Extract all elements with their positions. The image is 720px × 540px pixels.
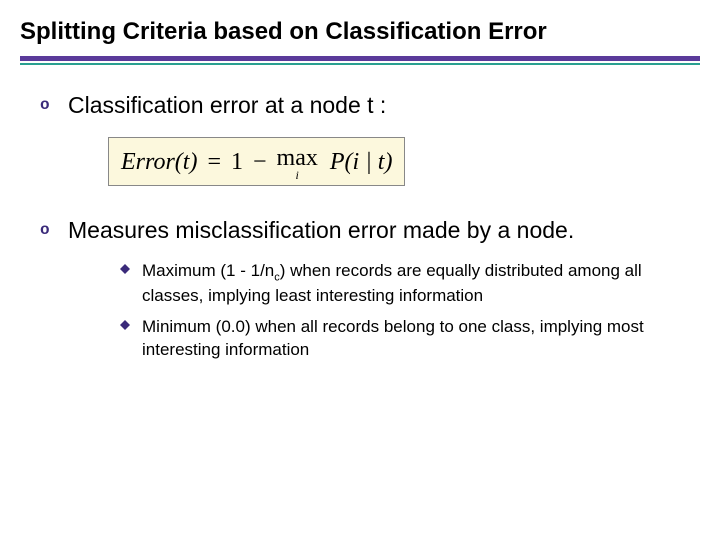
sub-row-2: Minimum (0.0) when all records belong to… — [120, 316, 680, 362]
diamond-icon — [120, 316, 142, 330]
formula-one: 1 — [231, 149, 243, 175]
sub1-a: Maximum (1 - 1/n — [142, 261, 274, 280]
formula-lhs: Error(t) — [121, 149, 197, 175]
sub-text-2: Minimum (0.0) when all records belong to… — [142, 316, 680, 362]
content-area: o Classification error at a node t : Err… — [0, 65, 720, 362]
bullet-row-2: o Measures misclassification error made … — [40, 216, 680, 246]
bullet-row-1: o Classification error at a node t : — [40, 91, 680, 121]
bullet-marker-o: o — [40, 216, 68, 239]
rule-purple — [20, 56, 700, 61]
bullet-text-2: Measures misclassification error made by… — [68, 216, 574, 246]
formula-box: Error(t) = 1 − max i P(i | t) — [108, 137, 405, 186]
sub-row-1: Maximum (1 - 1/nc) when records are equa… — [120, 260, 680, 308]
bullet-marker-o: o — [40, 91, 68, 114]
title-underline — [0, 56, 720, 65]
slide-title: Splitting Criteria based on Classificati… — [0, 0, 720, 56]
formula-eq: = — [203, 149, 225, 175]
formula-minus: − — [249, 149, 271, 175]
bullet-text-1: Classification error at a node t : — [68, 91, 386, 121]
diamond-icon — [120, 260, 142, 274]
sub-list: Maximum (1 - 1/nc) when records are equa… — [120, 260, 680, 362]
formula-max: max — [277, 146, 318, 170]
sub-text-1: Maximum (1 - 1/nc) when records are equa… — [142, 260, 680, 308]
formula-prob: P(i | t) — [324, 149, 393, 175]
formula-max-block: max i — [277, 146, 318, 181]
formula-container: Error(t) = 1 − max i P(i | t) — [108, 137, 680, 186]
